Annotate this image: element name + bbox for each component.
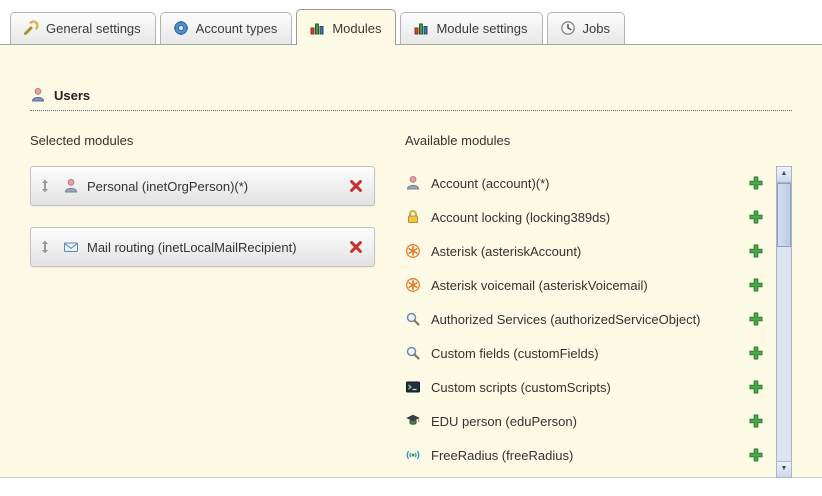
remove-module-button[interactable] bbox=[348, 239, 364, 255]
module-label: Account (account)(*) bbox=[431, 176, 738, 191]
magnifier-icon bbox=[405, 345, 421, 361]
tab-modules[interactable]: Modules bbox=[296, 9, 396, 45]
tab-jobs[interactable]: Jobs bbox=[547, 12, 625, 44]
module-label: Custom fields (customFields) bbox=[431, 346, 738, 361]
tab-label: Module settings bbox=[436, 21, 527, 36]
terminal-icon bbox=[405, 379, 421, 395]
available-modules-area: Account (account)(*) Account locking (loc… bbox=[405, 166, 792, 478]
asterisk-icon bbox=[405, 277, 421, 293]
module-label: Mail routing (inetLocalMailRecipient) bbox=[87, 240, 340, 255]
available-module-row: Authorized Services (authorizedServiceOb… bbox=[405, 302, 770, 336]
available-module-row: Account locking (locking389ds) bbox=[405, 200, 770, 234]
add-module-button[interactable] bbox=[748, 243, 764, 259]
magnifier-icon bbox=[405, 311, 421, 327]
module-label: Asterisk (asteriskAccount) bbox=[431, 244, 738, 259]
tab-label: Account types bbox=[196, 21, 278, 36]
selected-modules-heading: Selected modules bbox=[30, 133, 405, 148]
add-module-button[interactable] bbox=[748, 379, 764, 395]
module-label: Account locking (locking389ds) bbox=[431, 210, 738, 225]
tab-label: General settings bbox=[46, 21, 141, 36]
tab-account-types[interactable]: Account types bbox=[160, 12, 293, 44]
add-module-button[interactable] bbox=[748, 277, 764, 293]
selected-module-row[interactable]: Mail routing (inetLocalMailRecipient) bbox=[30, 227, 375, 267]
add-module-button[interactable] bbox=[748, 447, 764, 463]
add-module-button[interactable] bbox=[748, 209, 764, 225]
tab-label: Jobs bbox=[583, 21, 610, 36]
module-label: FreeRadius (freeRadius) bbox=[431, 448, 738, 463]
scroll-down-button[interactable]: ▼ bbox=[777, 461, 791, 477]
available-module-row: EDU person (eduPerson) bbox=[405, 404, 770, 438]
antenna-icon bbox=[405, 447, 421, 463]
module-label: Personal (inetOrgPerson)(*) bbox=[87, 179, 340, 194]
bar-chart-icon bbox=[309, 20, 325, 36]
tab-label: Modules bbox=[332, 21, 381, 36]
tab-module-settings[interactable]: Module settings bbox=[400, 12, 542, 44]
scroll-up-button[interactable]: ▲ bbox=[777, 167, 791, 183]
graduate-icon bbox=[405, 413, 421, 429]
add-module-button[interactable] bbox=[748, 413, 764, 429]
selected-modules-column: Selected modules Personal (inetOrgPerson… bbox=[30, 133, 405, 478]
drag-handle-icon[interactable] bbox=[39, 240, 51, 254]
available-module-row: Account (account)(*) bbox=[405, 166, 770, 200]
tab-bar: General settings Account types Modules Modu… bbox=[0, 0, 822, 44]
selected-module-row[interactable]: Personal (inetOrgPerson)(*) bbox=[30, 166, 375, 206]
person-icon bbox=[405, 175, 421, 191]
remove-module-button[interactable] bbox=[348, 178, 364, 194]
available-modules-list: Account (account)(*) Account locking (loc… bbox=[405, 166, 770, 478]
available-module-row: FreeRadius (freeRadius) bbox=[405, 438, 770, 472]
available-module-row: Asterisk (asteriskAccount) bbox=[405, 234, 770, 268]
available-module-row: Custom fields (customFields) bbox=[405, 336, 770, 370]
module-label: Asterisk voicemail (asteriskVoicemail) bbox=[431, 278, 738, 293]
add-module-button[interactable] bbox=[748, 345, 764, 361]
modules-columns: Selected modules Personal (inetOrgPerson… bbox=[30, 133, 792, 478]
users-section-header: Users bbox=[30, 45, 792, 111]
bar-chart-icon bbox=[413, 20, 429, 36]
module-label: Custom scripts (customScripts) bbox=[431, 380, 738, 395]
drag-handle-icon[interactable] bbox=[39, 179, 51, 193]
person-icon bbox=[63, 178, 79, 194]
scrollbar[interactable]: ▲ ▼ bbox=[776, 166, 792, 478]
wrench-icon bbox=[23, 20, 39, 36]
available-module-row: Asterisk voicemail (asteriskVoicemail) bbox=[405, 268, 770, 302]
lock-icon bbox=[405, 209, 421, 225]
scrollbar-track[interactable] bbox=[777, 183, 791, 461]
clock-icon bbox=[560, 20, 576, 36]
available-modules-column: Available modules Account (account)(*)Ac… bbox=[405, 133, 792, 478]
add-module-button[interactable] bbox=[748, 175, 764, 191]
tab-general-settings[interactable]: General settings bbox=[10, 12, 156, 44]
module-label: Authorized Services (authorizedServiceOb… bbox=[431, 312, 738, 327]
scrollbar-thumb[interactable] bbox=[777, 183, 791, 247]
available-modules-heading: Available modules bbox=[405, 133, 792, 148]
gear-badge-icon bbox=[173, 20, 189, 36]
mail-icon bbox=[63, 239, 79, 255]
asterisk-icon bbox=[405, 243, 421, 259]
user-icon bbox=[30, 87, 46, 103]
add-module-button[interactable] bbox=[748, 311, 764, 327]
settings-content: Users Selected modules Personal (inetOrg… bbox=[0, 44, 822, 478]
selected-modules-list: Personal (inetOrgPerson)(*) Mail routing … bbox=[30, 166, 405, 267]
section-title: Users bbox=[54, 88, 90, 103]
available-module-row: Custom scripts (customScripts) bbox=[405, 370, 770, 404]
module-label: EDU person (eduPerson) bbox=[431, 414, 738, 429]
